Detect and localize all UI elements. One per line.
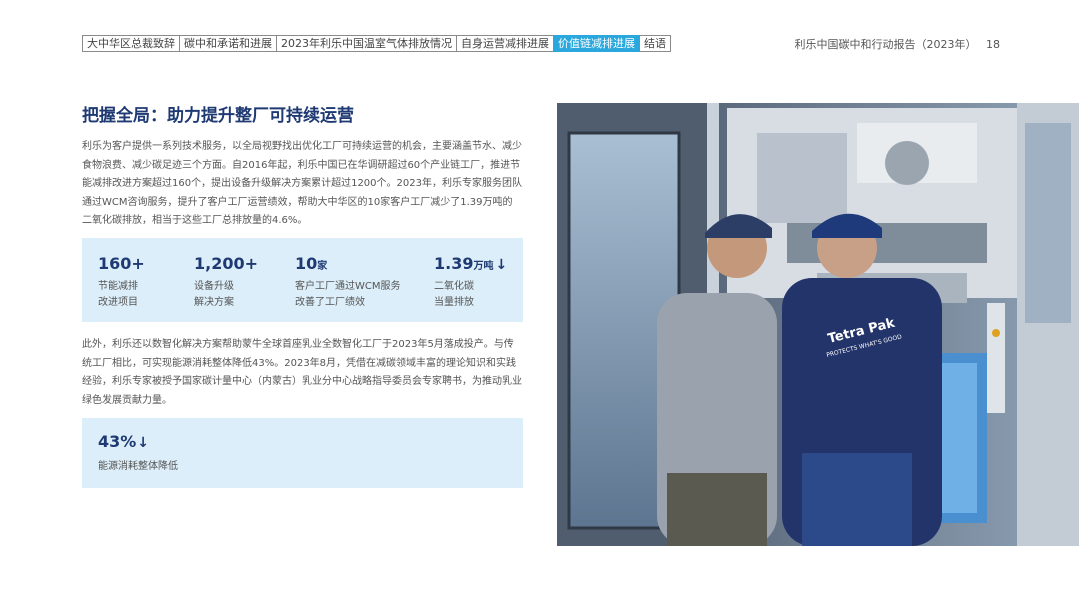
stats-panel: 160+ 节能减排 改进项目 1,200+ 设备升级 解决方案 10家 客户工厂… bbox=[82, 238, 523, 322]
stat-energy-panel: 43%↓ 能源消耗整体降低 bbox=[82, 418, 523, 488]
digital-factory-paragraph: 此外，利乐还以数智化解决方案帮助蒙牛全球首座乳业全数智化工厂于2023年5月落成… bbox=[82, 339, 522, 406]
stat-unit: 家 bbox=[317, 261, 328, 272]
stat-desc-line2: 改善了工厂绩效 bbox=[295, 297, 365, 308]
stat-value: 1.39 bbox=[434, 254, 474, 273]
stat-improvement-projects: 160+ 节能减排 改进项目 bbox=[98, 254, 145, 311]
stat-desc-line1: 设备升级 bbox=[194, 281, 234, 292]
section-title: 把握全局：助力提升整厂可持续运营 bbox=[82, 106, 354, 126]
stat-co2-reduction: 1.39万吨 ↓ 二氧化碳 当量排放 bbox=[434, 254, 507, 311]
stat-desc-line1: 节能减排 bbox=[98, 281, 138, 292]
stat-value: 1,200+ bbox=[194, 254, 259, 273]
tab-conclusion[interactable]: 结语 bbox=[639, 35, 671, 52]
page-number: 18 bbox=[986, 38, 1000, 51]
down-arrow-icon: ↓ bbox=[495, 257, 508, 273]
stat-unit: 万吨 bbox=[473, 261, 494, 272]
stat-desc-line1: 二氧化碳 bbox=[434, 281, 474, 292]
stat-desc-line2: 解决方案 bbox=[194, 297, 234, 308]
stat-desc-line1: 客户工厂通过WCM服务 bbox=[295, 281, 401, 292]
report-title: 利乐中国碳中和行动报告（2023年） bbox=[794, 38, 977, 51]
tab-value-chain[interactable]: 价值链减排进展 bbox=[553, 35, 640, 52]
report-header: 利乐中国碳中和行动报告（2023年） 18 bbox=[795, 36, 1001, 52]
stat-desc: 能源消耗整体降低 bbox=[98, 461, 178, 472]
tab-emissions-2023[interactable]: 2023年利乐中国温室气体排放情况 bbox=[276, 35, 457, 52]
stat-value: 160+ bbox=[98, 254, 145, 273]
factory-photo: Tetra Pak PROTECTS WHAT'S GOOD bbox=[557, 103, 1079, 546]
tab-own-operations[interactable]: 自身运营减排进展 bbox=[456, 35, 554, 52]
section-nav: 大中华区总裁致辞 碳中和承诺和进展 2023年利乐中国温室气体排放情况 自身运营… bbox=[82, 35, 671, 52]
tab-president-message[interactable]: 大中华区总裁致辞 bbox=[82, 35, 180, 52]
stat-value: 10 bbox=[295, 254, 318, 273]
tab-commitment[interactable]: 碳中和承诺和进展 bbox=[179, 35, 277, 52]
stat-customer-factories: 10家 客户工厂通过WCM服务 改善了工厂绩效 bbox=[295, 254, 401, 311]
down-arrow-icon: ↓ bbox=[137, 435, 150, 451]
stat-desc-line2: 改进项目 bbox=[98, 297, 138, 308]
stat-desc-line2: 当量排放 bbox=[434, 297, 474, 308]
stat-value: 43% bbox=[98, 432, 137, 451]
stat-equipment-upgrades: 1,200+ 设备升级 解决方案 bbox=[194, 254, 258, 311]
intro-paragraph: 利乐为客户提供一系列技术服务，以全局视野找出优化工厂可持续运营的机会，主要涵盖节… bbox=[82, 141, 522, 226]
